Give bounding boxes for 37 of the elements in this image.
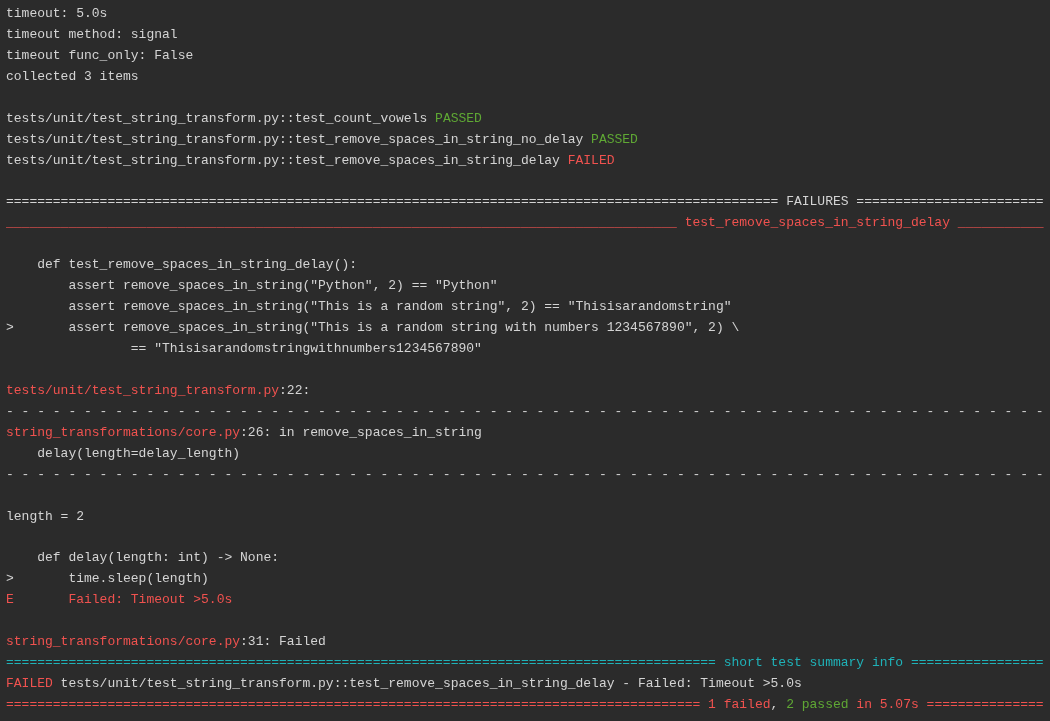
terminal-text: PASSED (591, 131, 638, 147)
terminal-text: :22: (279, 382, 311, 398)
terminal-text: tests/unit/test_string_transform.py::test_remove_spaces_in_string_no_delay (6, 131, 585, 147)
terminal-text: ______________________________________________________________________________________ test_remove_spaces_in_string_delay ___________ (6, 215, 1044, 231)
terminal-text: delay(length=delay_length) (36, 445, 241, 461)
terminal-text: tests/unit/test_string_transform.py::test_remove_spaces_in_string_delay - Failed: Timeout >5.0s (59, 676, 802, 691)
terminal-text: timeout method: signal (6, 26, 178, 42)
terminal-text: string_transformations/core.py (6, 424, 241, 440)
terminal-text: def test_remove_spaces_in_string_delay(): (36, 257, 358, 273)
terminal-text: length = 2 (6, 508, 84, 524)
terminal-text: PASSED (435, 110, 482, 126)
terminal-text: def delay(length: int) -> None: (36, 550, 280, 566)
terminal-text: == "Thisisarandomstringwithnumbers1234567890" (129, 341, 482, 356)
terminal-text: > time.sleep(length) (6, 571, 209, 587)
terminal-text: assert remove_spaces_in_string("Python", 2) == "Python" (67, 278, 498, 294)
terminal-text: FAILED (567, 152, 615, 168)
terminal-text: - - - - - - - - - - - - - - - - - - - - - - - - - - - - - - - - - - - - - - - - - - - - - - - - - - - - - - - - - - - - - - - - - - - (6, 466, 1044, 482)
terminal-text: :26: in remove_spaces_in_string (240, 424, 482, 440)
terminal-text: collected 3 items (6, 68, 139, 84)
terminal-text: assert remove_spaces_in_string("This is a random string", 2) == "Thisisarandomstring" (67, 299, 732, 315)
terminal-text: =================================================================================================== FAILURES ======================== (6, 194, 1044, 210)
terminal-text: > assert remove_spaces_in_string("This is a random string with numbers 1234567890", 2) \ (6, 320, 740, 336)
terminal-text: :31: Failed (240, 634, 326, 650)
terminal-text: FAILED (6, 676, 53, 691)
terminal-text: E Failed: Timeout >5.0s (6, 592, 233, 608)
terminal-text: - - - - - - - - - - - - - - - - - - - - - - - - - - - - - - - - - - - - - - - - - - - - - - - - - - - - - - - - - - - - - - - - - - - (6, 403, 1044, 419)
terminal-text: 2 passed (786, 696, 849, 712)
terminal-text: tests/unit/test_string_transform.py::test_count_vowels (6, 110, 429, 126)
terminal-text: string_transformations/core.py (6, 634, 241, 650)
terminal-text: in 5.07s =============== (855, 696, 1044, 712)
terminal-text: tests/unit/test_string_transform.py::test_remove_spaces_in_string_delay (6, 152, 561, 168)
terminal-text: timeout func_only: False (6, 47, 194, 63)
terminal-text: ========================================================================================= 1 failed (6, 696, 771, 712)
terminal-text: tests/unit/test_string_transform.py (6, 382, 280, 398)
terminal-text: =========================================================================================== short test summary info ================= (6, 655, 1044, 671)
terminal-text: , (770, 696, 780, 712)
terminal-text: timeout: 5.0s (6, 6, 108, 21)
